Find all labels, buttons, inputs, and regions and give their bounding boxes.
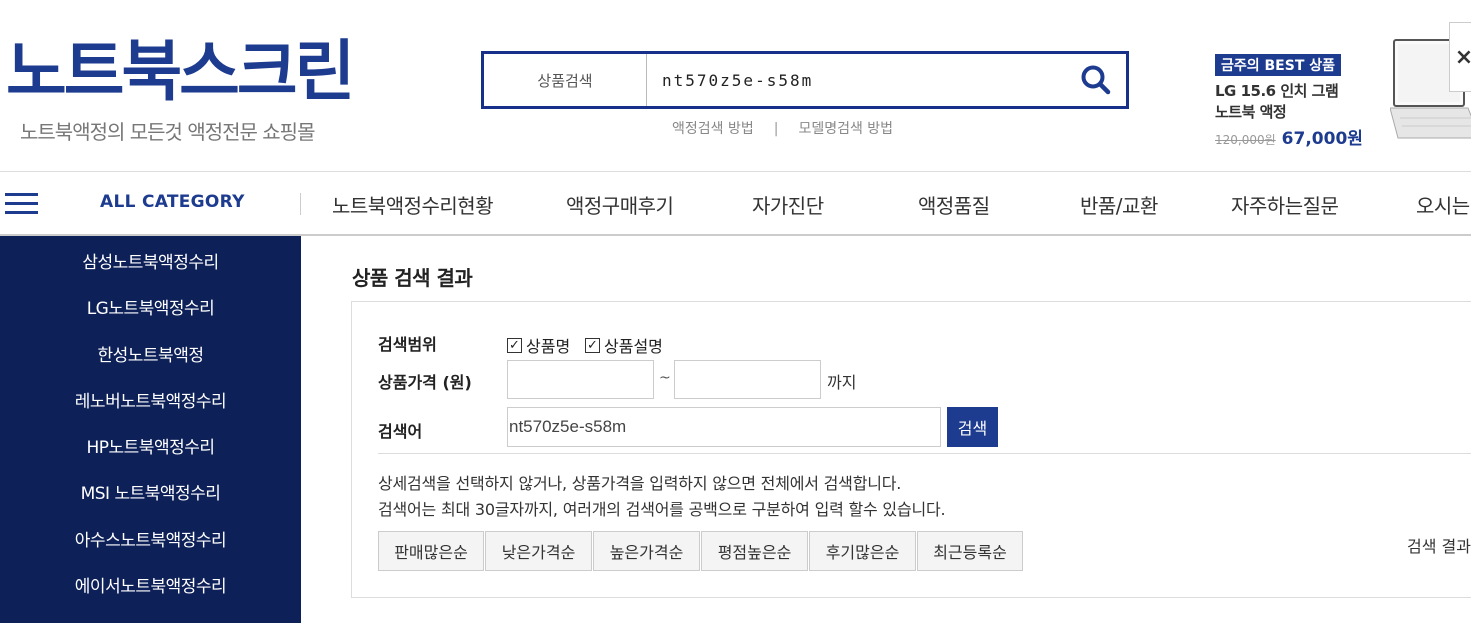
search-icon — [1081, 65, 1111, 95]
keyword-label: 검색어 — [378, 422, 423, 441]
nav-divider — [300, 193, 301, 215]
sidebar-item-hansung[interactable]: 한성노트북액정 — [0, 341, 301, 366]
search-result-count: 검색 결과 — [1407, 537, 1471, 556]
scope-product-desc[interactable]: ✓ 상품설명 — [585, 333, 663, 357]
nav-item-repair-status[interactable]: 노트북액정수리현황 — [332, 190, 494, 219]
nav-item-faq[interactable]: 자주하는질문 — [1231, 190, 1339, 219]
search-help-text-2: 검색어는 최대 30글자까지, 여러개의 검색어를 공백으로 구분하여 입력 할… — [378, 500, 946, 519]
search-label: 상품검색 — [484, 54, 647, 106]
product-name-checkbox[interactable]: ✓ — [507, 337, 522, 353]
nav-item-return-exchange[interactable]: 반품/교환 — [1080, 190, 1158, 219]
product-name-checkbox-label: 상품명 — [526, 337, 571, 356]
nav-item-self-diagnosis[interactable]: 자가진단 — [752, 190, 824, 219]
main-nav: ALL CATEGORY 노트북액정수리현황 액정구매후기 자가진단 액정품질 … — [0, 172, 1471, 235]
best-product-line1: LG 15.6 인치 그램 — [1215, 82, 1339, 100]
sort-rating-button[interactable]: 평점높은순 — [701, 531, 808, 571]
sort-best-selling-button[interactable]: 판매많은순 — [378, 531, 484, 571]
sidebar-item-lg[interactable]: LG노트북액정수리 — [0, 294, 301, 319]
search-scope-label: 검색범위 — [378, 335, 437, 354]
best-product-price: 120,000원 67,000원 — [1215, 124, 1365, 149]
header-search: 상품검색 — [481, 51, 1129, 109]
hamburger-menu-icon[interactable] — [5, 193, 38, 215]
logo-tagline: 노트북액정의 모든것 액정전문 쇼핑몰 — [20, 120, 315, 144]
site-logo[interactable]: 노트북스크린 노트북액정의 모든것 액정전문 쇼핑몰 — [6, 33, 355, 145]
all-category-button[interactable]: ALL CATEGORY — [100, 192, 245, 212]
best-badge: 금주의 BEST 상품 — [1215, 54, 1342, 76]
keyword-search-button[interactable]: 검색 — [947, 407, 998, 447]
sale-price: 67,000원 — [1281, 129, 1363, 149]
panel-divider — [378, 453, 1471, 454]
product-desc-checkbox-label: 상품설명 — [604, 337, 663, 356]
search-input[interactable] — [647, 54, 1066, 106]
product-desc-checkbox[interactable]: ✓ — [585, 337, 600, 353]
best-product-line2: 노트북 액정 — [1215, 103, 1287, 121]
best-product-name: LG 15.6 인치 그램 노트북 액정 — [1215, 81, 1365, 123]
scope-product-name[interactable]: ✓ 상품명 — [507, 333, 570, 357]
search-help-links: 액정검색 방법 | 모델명검색 방법 — [672, 118, 893, 138]
sort-reviews-button[interactable]: 후기많은순 — [809, 531, 916, 571]
logo-title: 노트북스크린 — [6, 33, 355, 110]
sidebar-item-acer[interactable]: 에이서노트북액정수리 — [0, 572, 301, 597]
max-price-input[interactable] — [674, 360, 821, 399]
sidebar-item-asus[interactable]: 아수스노트북액정수리 — [0, 526, 301, 551]
search-help-text-1: 상세검색을 선택하지 않거나, 상품가격을 입력하지 않으면 전체에서 검색합니… — [378, 474, 902, 493]
page: 노트북스크린 노트북액정의 모든것 액정전문 쇼핑몰 상품검색 액정검색 방법 |… — [0, 0, 1471, 623]
best-product-promo[interactable]: 금주의 BEST 상품 LG 15.6 인치 그램 노트북 액정 120,000… — [1215, 54, 1365, 149]
sort-options: 판매많은순 낮은가격순 높은가격순 평점높은순 후기많은순 최근등록순 — [378, 531, 1024, 571]
category-sidebar: 삼성노트북액정수리 LG노트북액정수리 한성노트북액정 레노버노트북액정수리 H… — [0, 236, 301, 623]
model-search-help-link[interactable]: 모델명검색 방법 — [798, 121, 893, 137]
nav-item-directions[interactable]: 오시는 — [1416, 190, 1470, 219]
close-icon[interactable]: × — [1449, 22, 1471, 92]
sidebar-item-lenovo[interactable]: 레노버노트북액정수리 — [0, 387, 301, 412]
sort-high-price-button[interactable]: 높은가격순 — [593, 531, 700, 571]
sidebar-item-msi[interactable]: MSI 노트북액정수리 — [0, 479, 301, 504]
keyword-input[interactable]: nt570z5e-s58m — [507, 407, 941, 447]
nav-item-reviews[interactable]: 액정구매후기 — [566, 190, 674, 219]
original-price: 120,000원 — [1215, 133, 1276, 147]
price-until-label: 까지 — [827, 373, 857, 392]
sort-low-price-button[interactable]: 낮은가격순 — [485, 531, 592, 571]
search-button[interactable] — [1066, 54, 1126, 106]
price-label: 상품가격 (원) — [378, 373, 472, 392]
sort-newest-button[interactable]: 최근등록순 — [917, 531, 1023, 571]
price-range-tilde: ~ — [659, 370, 671, 386]
sidebar-item-samsung[interactable]: 삼성노트북액정수리 — [0, 248, 301, 273]
nav-item-lcd-quality[interactable]: 액정품질 — [918, 190, 990, 219]
lcd-search-help-link[interactable]: 액정검색 방법 — [672, 121, 754, 137]
link-separator: | — [773, 121, 779, 137]
min-price-input[interactable] — [507, 360, 654, 399]
page-title: 상품 검색 결과 — [352, 266, 473, 290]
sidebar-item-hp[interactable]: HP노트북액정수리 — [0, 433, 301, 458]
